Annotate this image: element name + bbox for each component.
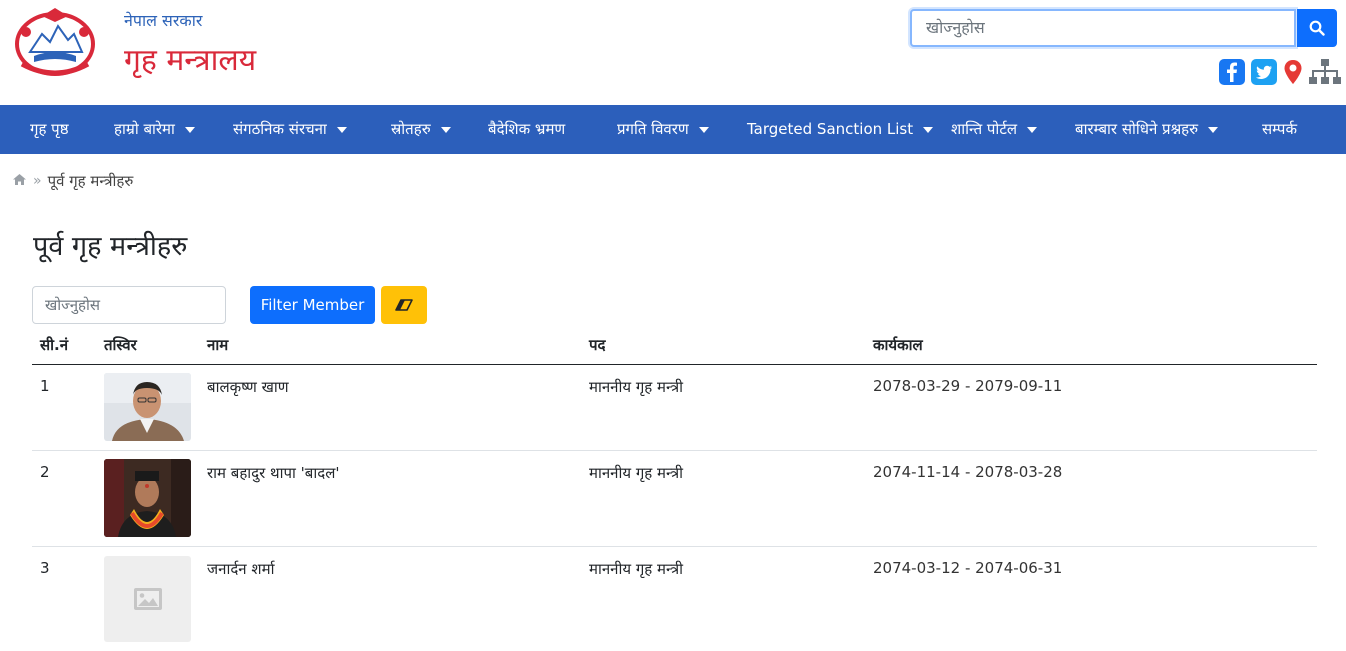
- caret-down-icon: [1208, 126, 1219, 133]
- row-post: माननीय गृह मन्त्री: [589, 560, 684, 578]
- table-row: 3 जनार्दन शर्मा माननीय गृह मन्त्री 2074-…: [32, 547, 1317, 651]
- nav-item-org-structure[interactable]: संगठनिक संरचना: [233, 105, 347, 154]
- row-name: राम बहादुर थापा 'बादल': [207, 464, 340, 482]
- row-name: बालकृष्ण खाण: [207, 378, 289, 396]
- image-placeholder-icon: [134, 588, 162, 610]
- breadcrumb-current: पूर्व गृह मन्त्रीहरु: [47, 172, 134, 190]
- header-sn: सी.नं: [40, 336, 69, 354]
- row-tenure: 2074-03-12 - 2074-06-31: [873, 559, 1063, 577]
- minister-photo: [104, 373, 191, 441]
- caret-down-icon: [336, 126, 347, 133]
- table-header: सी.नं तस्विर नाम पद कार्यकाल: [32, 326, 1317, 365]
- minister-photo: [104, 459, 191, 537]
- site-search-input[interactable]: खोज्नुहोस: [910, 9, 1296, 47]
- caret-down-icon: [923, 126, 934, 133]
- caret-down-icon: [440, 126, 451, 133]
- header-tenure: कार्यकाल: [873, 336, 923, 354]
- filter-member-button[interactable]: Filter Member: [250, 286, 375, 324]
- row-sn: 1: [40, 377, 50, 395]
- page-title: पूर्व गृह मन्त्रीहरु: [33, 231, 188, 262]
- nav-item-contact[interactable]: सम्पर्क: [1262, 105, 1297, 154]
- row-tenure: 2078-03-29 - 2079-09-11: [873, 377, 1063, 395]
- org-title[interactable]: गृह मन्त्रालय: [124, 38, 256, 79]
- nav-item-progress-report[interactable]: प्रगति विवरण: [617, 105, 709, 154]
- table-row: 2 राम बहादुर थापा 'बादल' माननीय गृह मन्त…: [32, 451, 1317, 547]
- row-sn: 2: [40, 463, 50, 481]
- member-filter-input[interactable]: खोज्नुहोस: [32, 286, 226, 324]
- caret-down-icon: [184, 126, 195, 133]
- minister-photo-placeholder: [104, 556, 191, 642]
- org-subtitle: नेपाल सरकार: [124, 11, 203, 30]
- nav-item-resources[interactable]: स्रोतहरु: [391, 105, 451, 154]
- row-tenure: 2074-11-14 - 2078-03-28: [873, 463, 1063, 481]
- nav-item-peace-portal[interactable]: शान्ति पोर्टल: [951, 105, 1038, 154]
- home-icon[interactable]: [12, 172, 27, 190]
- search-icon: [1309, 20, 1325, 36]
- row-post: माननीय गृह मन्त्री: [589, 378, 684, 396]
- nav-item-home[interactable]: गृह पृष्ठ: [30, 105, 69, 154]
- nav-item-faq[interactable]: बारम्बार सोधिने प्रश्नहरु: [1075, 105, 1219, 154]
- caret-down-icon: [1027, 126, 1038, 133]
- social-links: [1218, 58, 1342, 86]
- caret-down-icon: [698, 126, 709, 133]
- nav-item-about-us[interactable]: हाम्रो बारेमा: [114, 105, 195, 154]
- nav-item-foreign-visit[interactable]: बैदेशिक भ्रमण: [488, 105, 565, 154]
- sitemap-icon[interactable]: [1308, 58, 1342, 86]
- row-post: माननीय गृह मन्त्री: [589, 464, 684, 482]
- header-photo: तस्विर: [104, 336, 137, 354]
- government-emblem-logo[interactable]: [12, 4, 98, 80]
- table-row: 1 बालकृष्ण खाण माननीय गृह मन्त्री 2078-0…: [32, 365, 1317, 451]
- site-search-button[interactable]: [1297, 9, 1337, 47]
- row-sn: 3: [40, 559, 50, 577]
- twitter-icon[interactable]: [1250, 58, 1278, 86]
- breadcrumb: » पूर्व गृह मन्त्रीहरु: [12, 170, 133, 192]
- header-post: पद: [589, 336, 606, 354]
- clear-filter-button[interactable]: [381, 286, 427, 324]
- breadcrumb-separator-icon: »: [33, 173, 42, 189]
- row-name: जनार्दन शर्मा: [207, 560, 275, 578]
- location-pin-icon[interactable]: [1282, 58, 1304, 86]
- header-name: नाम: [207, 336, 229, 354]
- facebook-icon[interactable]: [1218, 58, 1246, 86]
- ministers-table: सी.नं तस्विर नाम पद कार्यकाल 1 बालकृष्ण …: [32, 326, 1317, 651]
- site-header: नेपाल सरकार गृह मन्त्रालय खोज्नुहोस: [0, 0, 1346, 105]
- eraser-icon: [395, 299, 413, 311]
- main-navigation: गृह पृष्ठ हाम्रो बारेमा संगठनिक संरचना स…: [0, 105, 1346, 154]
- nav-item-targeted-sanction-list[interactable]: Targeted Sanction List: [747, 105, 934, 154]
